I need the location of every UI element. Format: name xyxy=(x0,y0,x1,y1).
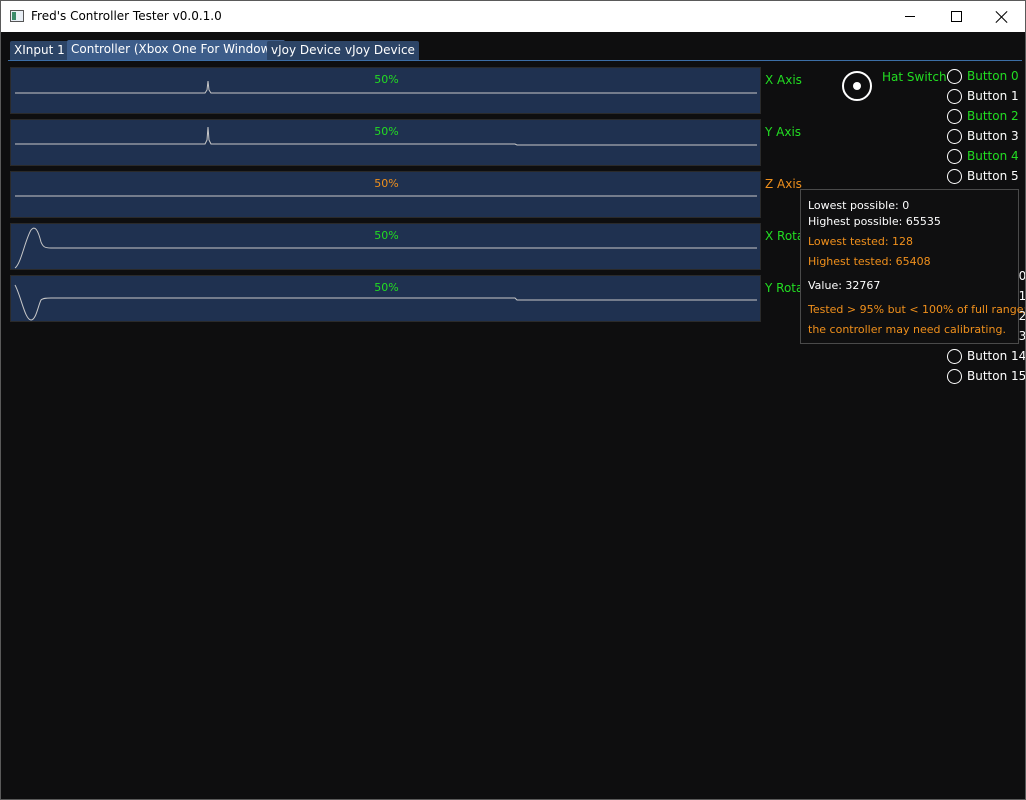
y-axis-label: Y Axis xyxy=(765,125,802,139)
window-title: Fred's Controller Tester v0.0.1.0 xyxy=(31,9,222,23)
tooltip-warning-line-2: the controller may need calibrating. xyxy=(808,323,1006,336)
tooltip-lowest-tested: Lowest tested: 128 xyxy=(808,235,914,248)
tooltip-value: Value: 32767 xyxy=(808,279,881,292)
maximize-button[interactable] xyxy=(933,1,979,32)
x-axis-graph: 50% xyxy=(10,67,761,114)
y-rotation-graph: 50% xyxy=(10,275,761,322)
button-label: Button 5 xyxy=(967,169,1019,183)
hat-switch-indicator xyxy=(842,71,872,101)
tab-bar: XInput 1 Controller (Xbox One For Window… xyxy=(1,32,1025,62)
button-state-icon xyxy=(947,109,962,124)
button-state-icon xyxy=(947,89,962,104)
app-icon xyxy=(10,10,24,22)
button-state-icon xyxy=(947,369,962,384)
tab-vjoy-device-2[interactable]: vJoy Device xyxy=(341,41,419,60)
button-label: Button 2 xyxy=(967,109,1019,123)
button-state-icon xyxy=(947,349,962,364)
minimize-button[interactable] xyxy=(887,1,933,32)
tab-divider xyxy=(8,60,1022,61)
hat-switch-label: Hat Switch xyxy=(882,70,947,84)
tooltip-lowest-possible: Lowest possible: 0 xyxy=(808,199,910,212)
tooltip-warning-line-1: Tested > 95% but < 100% of full range; xyxy=(808,303,1026,316)
x-axis-percent: 50% xyxy=(374,73,399,86)
close-button[interactable] xyxy=(979,1,1025,32)
x-axis-label: X Axis xyxy=(765,73,802,87)
axis-range-tooltip: Lowest possible: 0 Highest possible: 655… xyxy=(800,189,1025,344)
app-window: Fred's Controller Tester v0.0.1.0 XInput… xyxy=(0,0,1026,800)
button-label: Button 3 xyxy=(967,129,1019,143)
tab-vjoy-device-1[interactable]: vJoy Device xyxy=(267,41,345,60)
tab-controller-xbox-one[interactable]: Controller (Xbox One For Windows) xyxy=(67,40,286,60)
button-label: Button 1 xyxy=(967,89,1019,103)
button-state-icon xyxy=(947,169,962,184)
button-state-icon xyxy=(947,129,962,144)
close-icon xyxy=(996,11,1008,23)
button-state-icon xyxy=(947,69,962,84)
x-rotation-graph: 50% xyxy=(10,223,761,270)
z-axis-percent: 50% xyxy=(374,177,399,190)
z-axis-graph: 50% xyxy=(10,171,761,218)
x-rotation-percent: 50% xyxy=(374,229,399,242)
y-axis-percent: 50% xyxy=(374,125,399,138)
minimize-icon xyxy=(905,16,915,17)
button-state-icon xyxy=(947,149,962,164)
y-axis-graph: 50% xyxy=(10,119,761,166)
tooltip-highest-tested: Highest tested: 65408 xyxy=(808,255,931,268)
title-bar[interactable]: Fred's Controller Tester v0.0.1.0 xyxy=(1,1,1025,32)
z-axis-label: Z Axis xyxy=(765,177,802,191)
tab-xinput-1[interactable]: XInput 1 xyxy=(10,41,69,60)
button-label: Button 4 xyxy=(967,149,1019,163)
maximize-icon xyxy=(950,11,962,22)
button-label: Button 14 xyxy=(967,349,1026,363)
y-rotation-percent: 50% xyxy=(374,281,399,294)
hat-position-dot xyxy=(853,82,861,90)
button-label: Button 15 xyxy=(967,369,1026,383)
tooltip-highest-possible: Highest possible: 65535 xyxy=(808,215,941,228)
button-label: Button 0 xyxy=(967,69,1019,83)
